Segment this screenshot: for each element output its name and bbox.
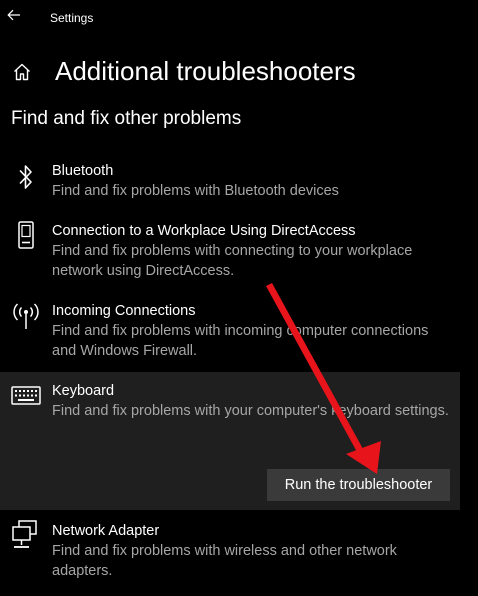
back-button[interactable]: [0, 0, 28, 34]
phone-device-icon: [10, 219, 42, 251]
home-icon: [12, 62, 32, 87]
item-description: Find and fix problems with Bluetooth dev…: [52, 183, 339, 199]
page-title: Additional troubleshooters: [55, 56, 356, 86]
troubleshooter-item-network-adapter[interactable]: Network Adapter Find and fix problems wi…: [0, 516, 460, 584]
bluetooth-icon: [10, 161, 42, 193]
troubleshooter-item-bluetooth[interactable]: Bluetooth Find and fix problems with Blu…: [0, 156, 460, 204]
item-description: Find and fix problems with connecting to…: [52, 243, 413, 279]
item-name: Incoming Connections: [52, 303, 196, 319]
item-name: Network Adapter: [52, 523, 160, 539]
troubleshooter-item-directaccess[interactable]: Connection to a Workplace Using DirectAc…: [0, 216, 460, 284]
antenna-icon: [10, 300, 42, 332]
arrow-left-icon: [7, 8, 21, 26]
window-title: Settings: [50, 11, 94, 25]
run-troubleshooter-button[interactable]: Run the troubleshooter: [267, 469, 450, 501]
item-description: Find and fix problems with incoming comp…: [52, 323, 429, 359]
keyboard-icon: [10, 380, 42, 412]
item-name: Bluetooth: [52, 163, 114, 179]
item-description: Find and fix problems with wireless and …: [52, 543, 397, 579]
item-name: Keyboard: [52, 383, 115, 399]
item-description: Find and fix problems with your computer…: [52, 403, 449, 419]
title-bar: Settings: [0, 0, 478, 36]
item-name: Connection to a Workplace Using DirectAc…: [52, 223, 356, 239]
section-heading: Find and fix other problems: [11, 108, 242, 129]
network-adapter-icon: [10, 519, 42, 551]
troubleshooter-item-incoming-connections[interactable]: Incoming Connections Find and fix proble…: [0, 296, 460, 364]
home-button[interactable]: [10, 62, 34, 86]
